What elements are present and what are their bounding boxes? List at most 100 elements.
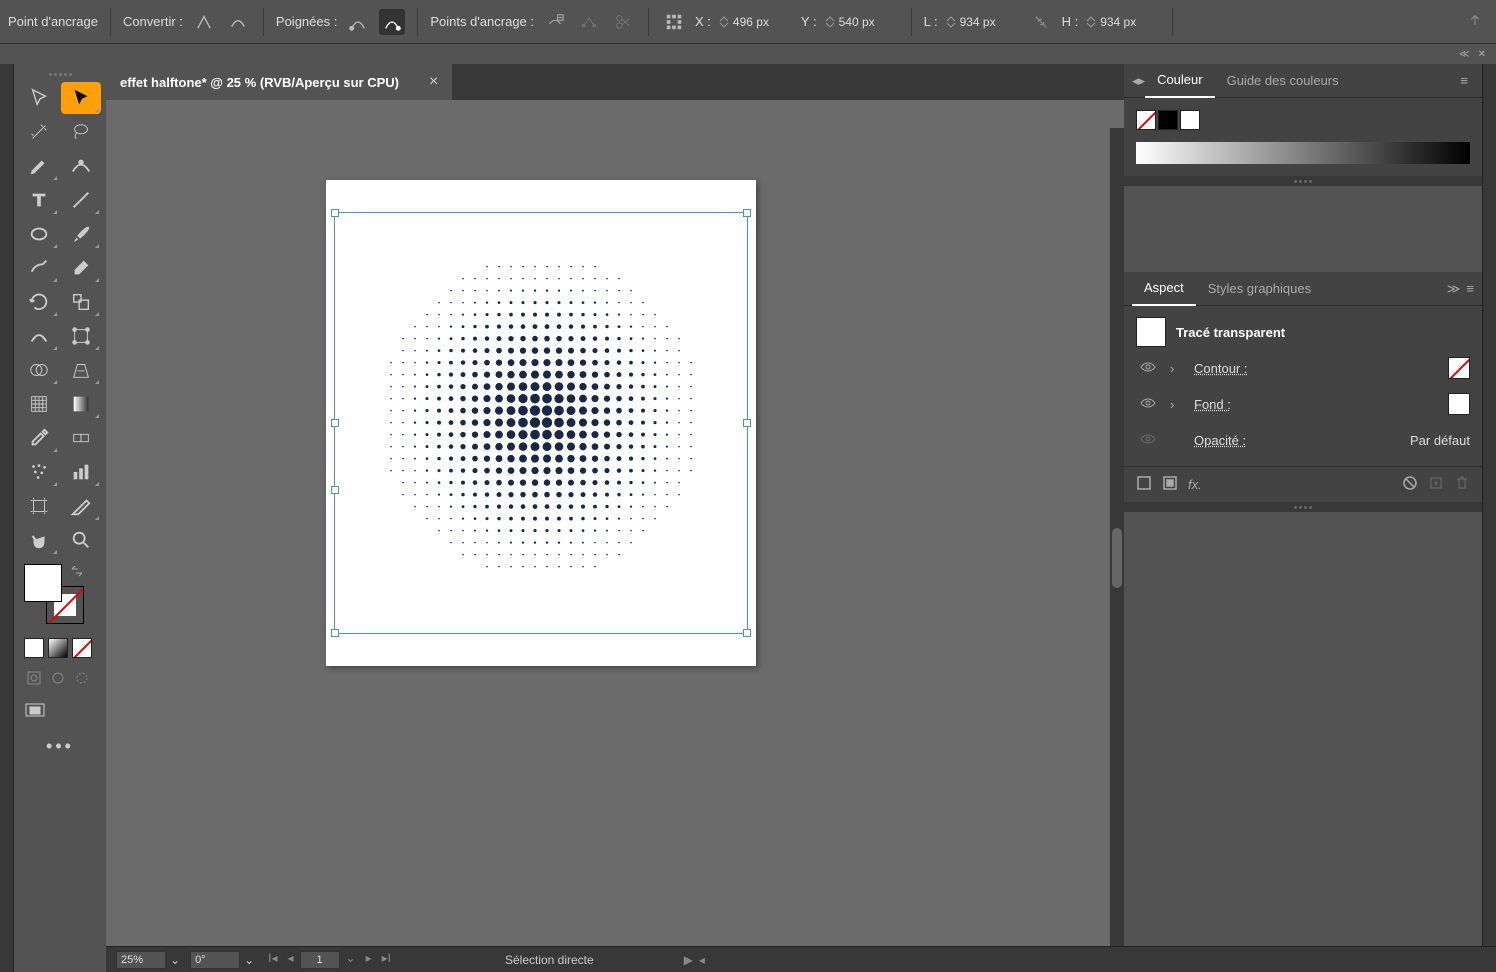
- panel-menu-icon[interactable]: ≡: [1454, 73, 1474, 88]
- handle-mr[interactable]: [743, 419, 751, 427]
- contour-swatplay[interactable]: [1448, 357, 1470, 379]
- selection-tool[interactable]: [19, 82, 59, 114]
- swap-fill-stroke-icon[interactable]: [70, 564, 84, 581]
- panel-collapse-icon[interactable]: ◂▸: [1132, 73, 1145, 89]
- edit-toolbar-icon[interactable]: •••: [14, 730, 106, 763]
- document-tab[interactable]: effet halftone* @ 25 % (RVB/Aperçu sur C…: [106, 64, 452, 100]
- none-mode-icon[interactable]: [72, 638, 92, 658]
- chevron-down-icon[interactable]: ⌄: [170, 953, 180, 967]
- draw-inside-icon[interactable]: [72, 668, 92, 688]
- back-icon[interactable]: ◂: [699, 953, 705, 967]
- angle-field[interactable]: [190, 951, 240, 969]
- direct-selection-tool[interactable]: [61, 82, 101, 114]
- visibility-icon[interactable]: [1140, 431, 1158, 450]
- panel-more-icon[interactable]: ≫: [1447, 281, 1461, 297]
- handle-br[interactable]: [743, 629, 751, 637]
- l-input[interactable]: [946, 15, 1020, 29]
- handle-tr[interactable]: [743, 209, 751, 217]
- zoom-field[interactable]: [116, 951, 166, 969]
- blend-tool[interactable]: [61, 422, 101, 454]
- close-icon[interactable]: ✕: [1478, 49, 1486, 60]
- tab-couleur[interactable]: Couleur: [1145, 64, 1215, 98]
- visibility-icon[interactable]: [1140, 359, 1158, 378]
- lasso-tool[interactable]: [61, 116, 101, 148]
- handle-tl[interactable]: [331, 209, 339, 217]
- h-input[interactable]: [1086, 15, 1160, 29]
- eraser-tool[interactable]: [61, 252, 101, 284]
- ellipse-tool[interactable]: [19, 218, 59, 250]
- trash-icon[interactable]: [1454, 475, 1470, 494]
- slice-tool[interactable]: [61, 490, 101, 522]
- artboard[interactable]: [326, 180, 756, 666]
- collapse-left-icon[interactable]: ≪: [1459, 49, 1469, 60]
- magic-wand-tool[interactable]: [19, 116, 59, 148]
- gradient-mode-icon[interactable]: [48, 638, 68, 658]
- perspective-tool[interactable]: [61, 354, 101, 386]
- aspect-opacity-row[interactable]: Opacité : Par défaut: [1136, 422, 1470, 458]
- fill-stroke-swatch[interactable]: [14, 556, 106, 632]
- handle-show-icon[interactable]: [345, 9, 371, 35]
- grip-icon[interactable]: [14, 70, 106, 78]
- gradient-tool[interactable]: [61, 388, 101, 420]
- scrollbar[interactable]: [1110, 128, 1124, 946]
- blob-brush-tool[interactable]: [19, 252, 59, 284]
- y-input[interactable]: [825, 15, 899, 29]
- tab-aspect[interactable]: Aspect: [1132, 272, 1196, 306]
- width-tool[interactable]: [19, 320, 59, 352]
- cut-path-icon[interactable]: [610, 9, 636, 35]
- zoom-tool[interactable]: [61, 524, 101, 556]
- nav-prev-icon[interactable]: ◂: [283, 951, 297, 969]
- aspect-contour-row[interactable]: › Contour :: [1136, 350, 1470, 386]
- tab-close-icon[interactable]: ×: [429, 73, 438, 91]
- play-icon[interactable]: ▶: [684, 953, 693, 967]
- chevron-right-icon[interactable]: ›: [1170, 397, 1182, 412]
- remove-anchor-icon[interactable]: [542, 9, 568, 35]
- scale-tool[interactable]: [61, 286, 101, 318]
- align-grid-icon[interactable]: [661, 9, 687, 35]
- artboard-tool[interactable]: [19, 490, 59, 522]
- convert-corner-icon[interactable]: [191, 9, 217, 35]
- color-none-swatch[interactable]: [1136, 110, 1156, 130]
- convert-smooth-icon[interactable]: [225, 9, 251, 35]
- grayscale-ramp[interactable]: [1136, 142, 1470, 164]
- nav-last-icon[interactable]: ▸I: [378, 951, 395, 969]
- link-icon[interactable]: [1028, 9, 1054, 35]
- color-white-swatch[interactable]: [1180, 110, 1200, 130]
- panel-grip-icon[interactable]: [1124, 502, 1482, 512]
- chevron-down-icon[interactable]: ⌄: [244, 953, 254, 967]
- fond-swatch[interactable]: [1448, 393, 1470, 415]
- tab-styles-graphiques[interactable]: Styles graphiques: [1196, 272, 1323, 306]
- visibility-icon[interactable]: [1140, 395, 1158, 414]
- panel-menu-icon[interactable]: ≡: [1466, 281, 1474, 297]
- handle-hide-icon[interactable]: [379, 9, 405, 35]
- draw-behind-icon[interactable]: [48, 668, 68, 688]
- color-mode-icon[interactable]: [24, 638, 44, 658]
- line-tool[interactable]: [61, 184, 101, 216]
- nav-first-icon[interactable]: I◂: [264, 951, 281, 969]
- fx-icon[interactable]: fx.: [1188, 477, 1202, 492]
- new-icon[interactable]: [1428, 475, 1444, 494]
- opacity-value[interactable]: Par défaut: [1410, 433, 1470, 448]
- tab-guide-couleurs[interactable]: Guide des couleurs: [1215, 64, 1351, 98]
- handle-bl[interactable]: [331, 629, 339, 637]
- panel-grip-icon[interactable]: [1124, 176, 1482, 186]
- eyedropper-tool[interactable]: [19, 422, 59, 454]
- artboard-number[interactable]: [300, 951, 340, 969]
- free-transform-tool[interactable]: [61, 320, 101, 352]
- nav-next-icon[interactable]: ▸: [362, 951, 376, 969]
- fill-swatch[interactable]: [24, 564, 62, 602]
- x-input[interactable]: [719, 15, 793, 29]
- pen-tool[interactable]: [19, 150, 59, 182]
- chevron-down-icon[interactable]: ⌄: [342, 951, 360, 969]
- shape-builder-tool[interactable]: [19, 354, 59, 386]
- graph-tool[interactable]: [61, 456, 101, 488]
- color-black-swatch[interactable]: [1158, 110, 1178, 130]
- handle-ml2[interactable]: [331, 486, 339, 494]
- brush-tool[interactable]: [61, 218, 101, 250]
- screen-mode-icon[interactable]: [24, 702, 46, 720]
- type-tool[interactable]: [19, 184, 59, 216]
- mesh-tool[interactable]: [19, 388, 59, 420]
- curvature-tool[interactable]: [61, 150, 101, 182]
- symbol-sprayer-tool[interactable]: [19, 456, 59, 488]
- pin-icon[interactable]: [1462, 9, 1488, 35]
